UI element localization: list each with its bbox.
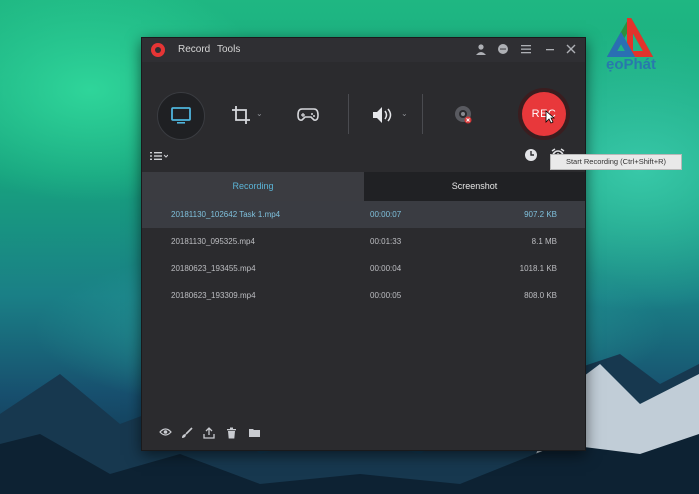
list-item[interactable]: 20181130_095325.mp4 00:01:33 8.1 MB: [142, 228, 585, 255]
brush-icon[interactable]: [180, 427, 194, 441]
recorder-window: Record Tools ⌄ ⌄ REC Start Recording (Ct…: [141, 37, 682, 451]
menu-record[interactable]: Record: [178, 44, 210, 55]
media-tabs: Recording Screenshot: [142, 172, 585, 201]
recording-list: 20181130_102642 Task 1.mp4 00:00:07 907.…: [142, 201, 585, 309]
mouse-cursor-icon: [545, 110, 555, 124]
tab-screenshot[interactable]: Screenshot: [364, 172, 585, 201]
folder-icon[interactable]: [247, 427, 261, 441]
full-screen-button[interactable]: [157, 92, 205, 140]
menu-icon[interactable]: [519, 43, 533, 57]
close-icon[interactable]: [564, 43, 578, 57]
file-name: 20181130_102642 Task 1.mp4: [171, 210, 281, 219]
user-icon[interactable]: [474, 43, 488, 57]
file-name: 20180623_193309.mp4: [171, 291, 256, 300]
file-size: 1018.1 KB: [519, 264, 557, 273]
sound-dropdown-icon[interactable]: ⌄: [401, 109, 408, 118]
list-item[interactable]: 20181130_102642 Task 1.mp4 00:00:07 907.…: [142, 201, 585, 228]
game-mode-button[interactable]: [285, 92, 331, 138]
title-bar: Record Tools: [142, 38, 585, 62]
file-size: 907.2 KB: [524, 210, 557, 219]
file-duration: 00:00:05: [370, 291, 402, 300]
screen-icon: [171, 107, 191, 124]
list-view-icon[interactable]: [150, 151, 169, 164]
schedule-icon[interactable]: [524, 148, 538, 165]
chat-icon[interactable]: [496, 43, 510, 57]
file-duration: 00:01:33: [370, 237, 402, 246]
gamepad-icon: [297, 108, 319, 121]
file-name: 20181130_095325.mp4: [171, 237, 255, 246]
list-item[interactable]: 20180623_193309.mp4 00:00:05 808.0 KB: [142, 282, 585, 309]
rec-tooltip: Start Recording (Ctrl+Shift+R): [550, 154, 682, 170]
brand-text: ẹoPhát: [606, 56, 657, 73]
file-name: 20180623_193455.mp4: [171, 264, 256, 273]
eye-icon[interactable]: [158, 427, 172, 441]
share-icon[interactable]: [202, 427, 216, 441]
toolbar-divider: [348, 94, 349, 134]
file-size: 808.0 KB: [524, 291, 557, 300]
webcam-icon: [455, 106, 472, 124]
trash-icon[interactable]: [224, 427, 238, 441]
file-duration: 00:00:07: [370, 210, 402, 219]
rec-button[interactable]: REC: [522, 92, 566, 136]
toolbar-divider: [422, 94, 423, 134]
menu-tools[interactable]: Tools: [217, 44, 240, 55]
tab-recording[interactable]: Recording: [142, 172, 364, 201]
speaker-icon: [373, 107, 392, 123]
file-size: 8.1 MB: [531, 237, 557, 246]
recording-toolbar: ⌄ ⌄ REC Start Recording (Ctrl+Shift+R): [142, 62, 682, 172]
app-logo-icon: [151, 43, 165, 57]
minimize-icon[interactable]: [543, 43, 557, 57]
system-sound-button[interactable]: [360, 92, 406, 138]
file-duration: 00:00:04: [370, 264, 402, 273]
list-item[interactable]: 20180623_193455.mp4 00:00:04 1018.1 KB: [142, 255, 585, 282]
crop-icon: [232, 106, 250, 124]
webcam-button[interactable]: [440, 92, 486, 138]
region-dropdown-icon[interactable]: ⌄: [256, 109, 263, 118]
